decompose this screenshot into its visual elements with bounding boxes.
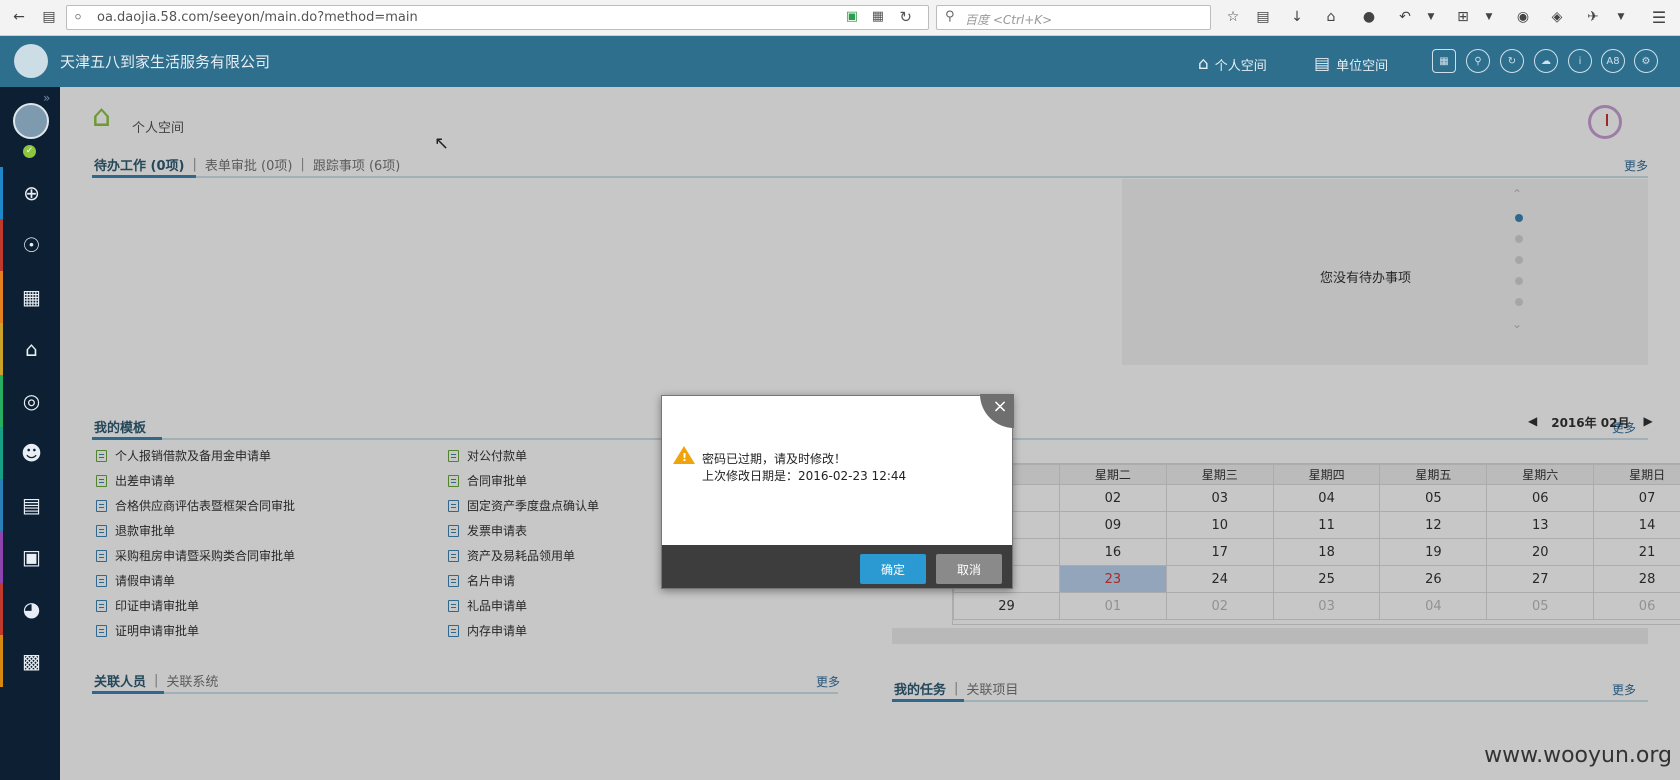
grid-icon[interactable]: ▦ [1432, 49, 1456, 73]
speech-bubble-icon[interactable]: ◉ [1512, 6, 1534, 28]
book-icon: ▤ [22, 493, 41, 517]
gauge-icon: ◕ [22, 597, 41, 621]
undo-icon[interactable]: ↶ [1394, 6, 1416, 28]
nav-unit-space[interactable]: ▤ 单位空间 [1314, 54, 1388, 74]
nav-personal-space[interactable]: ⌂ 个人空间 [1198, 54, 1267, 74]
download-icon[interactable]: ↓ [1286, 6, 1308, 28]
library-icon[interactable]: ▤ [38, 6, 60, 28]
app-header: 天津五八到家生活服务有限公司 ⌂ 个人空间 ▤ 单位空间 ▦ ⚲ ↻ ☁ i A… [0, 36, 1680, 87]
reading-list-icon[interactable]: ▤ [1252, 6, 1274, 28]
search-placeholder: 百度 <Ctrl+K> [965, 13, 1053, 27]
search-input[interactable]: ⚲ 百度 <Ctrl+K> [936, 5, 1211, 30]
news-icon: ▣ [22, 545, 41, 569]
bookmark-star-icon[interactable]: ☆ [1222, 6, 1244, 28]
menu-icon[interactable]: ☰ [1648, 6, 1670, 28]
reload-icon[interactable]: ↻ [899, 8, 912, 26]
plane-icon[interactable]: ✈ [1582, 6, 1604, 28]
qr-code-icon[interactable]: ▦ [872, 9, 884, 24]
building-icon: ▤ [1314, 54, 1331, 74]
chevron-down-icon[interactable]: ▼ [1610, 6, 1632, 28]
warning-mark: ! [682, 451, 688, 464]
info-icon[interactable]: i [1568, 49, 1592, 73]
back-arrow-icon[interactable]: ← [8, 6, 30, 28]
ok-button[interactable]: 确定 [860, 554, 926, 584]
password-expired-dialog: × ! 密码已过期，请及时修改！ 上次修改日期是：2016-02-23 12:4… [661, 394, 1014, 589]
toolbox-icon: ▩ [22, 649, 41, 673]
company-name: 天津五八到家生活服务有限公司 [60, 53, 271, 71]
search-icon[interactable]: ⚲ [1466, 49, 1490, 73]
search-icon: ⚲ [945, 9, 955, 24]
mouse-cursor-icon: ↖ [434, 133, 450, 154]
cancel-button[interactable]: 取消 [936, 554, 1002, 584]
refresh-icon[interactable]: ↻ [1500, 49, 1524, 73]
crop-icon[interactable]: ⊞ [1452, 6, 1474, 28]
cloud-icon[interactable]: ☁ [1534, 49, 1558, 73]
url-bar[interactable]: ⚪ oa.daojia.58.com/seeyon/main.do?method… [66, 5, 929, 30]
home-chart-icon: ⌂ [25, 337, 38, 361]
settings-gear-icon[interactable]: ⚙ [1634, 49, 1658, 73]
a8-icon[interactable]: A8 [1601, 49, 1625, 73]
calendar-icon: ▦ [22, 285, 41, 309]
sidebar-item-dashboard[interactable]: ◕ [0, 583, 60, 635]
url-text: oa.daojia.58.com/seeyon/main.do?method=m… [97, 10, 418, 25]
expand-chevron-icon[interactable]: » [43, 91, 50, 105]
shield-icon[interactable]: ▣ [846, 9, 858, 24]
online-status-icon: ✓ [23, 145, 36, 158]
dialog-message: 密码已过期，请及时修改！ [702, 452, 847, 466]
chevron-down-icon[interactable]: ▼ [1478, 6, 1500, 28]
sidebar-item-calendar[interactable]: ▦ [0, 271, 60, 323]
person-icon: ☻ [21, 441, 42, 465]
workflow-icon: ☉ [22, 233, 41, 257]
sidebar-item-new[interactable]: ⊕ [0, 167, 60, 219]
sidebar-item-workflow[interactable]: ☉ [0, 219, 60, 271]
target-icon: ◎ [22, 389, 41, 413]
extension-icon[interactable]: ◈ [1546, 6, 1568, 28]
browser-toolbar: ← ▤ ⚪ oa.daojia.58.com/seeyon/main.do?me… [0, 0, 1680, 36]
globe-icon: ⚪ [73, 10, 84, 24]
chat-icon[interactable]: ● [1358, 6, 1380, 28]
sidebar-item-news[interactable]: ▣ [0, 531, 60, 583]
plus-circle-icon: ⊕ [23, 181, 40, 205]
home-icon[interactable]: ⌂ [1320, 6, 1342, 28]
home-icon: ⌂ [1198, 54, 1209, 74]
sidebar-item-contacts[interactable]: ☻ [0, 427, 60, 479]
dialog-footer: 确定 取消 [662, 545, 1012, 588]
chevron-down-icon[interactable]: ▼ [1420, 6, 1442, 28]
dialog-last-modified: 上次修改日期是：2016-02-23 12:44 [702, 469, 907, 483]
sidebar-item-target[interactable]: ◎ [0, 375, 60, 427]
watermark: www.wooyun.org [1484, 743, 1672, 768]
company-logo-icon [14, 44, 48, 78]
sidebar-item-home-stats[interactable]: ⌂ [0, 323, 60, 375]
avatar[interactable] [13, 103, 49, 139]
sidebar: » ✓ ⊕ ☉ ▦ ⌂ ◎ ☻ ▤ ▣ ◕ ▩ [0, 87, 60, 780]
sidebar-item-tools[interactable]: ▩ [0, 635, 60, 687]
close-icon[interactable]: × [980, 394, 1014, 428]
sidebar-item-docs[interactable]: ▤ [0, 479, 60, 531]
